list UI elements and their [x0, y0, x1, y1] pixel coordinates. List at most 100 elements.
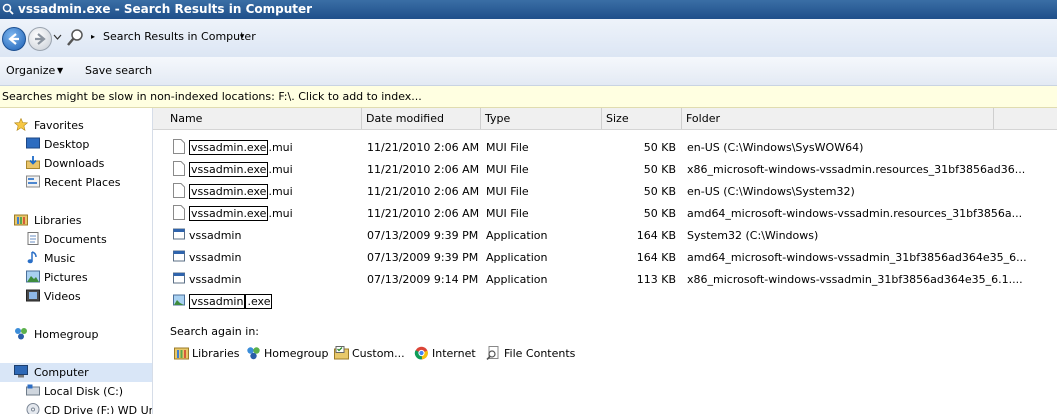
music-note-icon	[27, 251, 37, 264]
table-row[interactable]: vssadmin.exe .mui 11/21/2010 2:06 AM MUI …	[153, 202, 1057, 224]
nav-recent-places[interactable]: Recent Places	[0, 173, 152, 192]
command-bar: Organize ▼ Save search	[0, 57, 1057, 86]
type-cell: Application	[486, 273, 548, 286]
column-size[interactable]: Size	[606, 112, 629, 125]
nav-homegroup[interactable]: Homegroup	[0, 325, 152, 344]
nav-documents[interactable]: Documents	[0, 230, 152, 249]
nav-downloads[interactable]: Downloads	[0, 154, 152, 173]
table-row[interactable]: vssadmin.exe .mui 11/21/2010 2:06 AM MUI …	[153, 136, 1057, 158]
recent-places-icon	[26, 175, 40, 188]
nav-music[interactable]: Music	[0, 249, 152, 268]
nav-downloads-label: Downloads	[44, 157, 105, 170]
size-cell: 50 KB	[643, 207, 676, 220]
column-header: Name Date modified Type Size Folder	[153, 108, 1057, 130]
column-type[interactable]: Type	[485, 112, 510, 125]
size-cell: 50 KB	[643, 141, 676, 154]
date-modified-cell: 11/21/2010 2:06 AM	[367, 185, 480, 198]
downloads-icon	[26, 156, 40, 169]
file-name: vssadmin	[189, 273, 242, 286]
file-name: vssadmin.exe .mui	[189, 184, 293, 199]
forward-arrow-icon	[35, 33, 46, 45]
table-row[interactable]: vssadmin 07/13/2009 9:39 PM Application …	[153, 246, 1057, 268]
type-cell: MUI File	[486, 141, 529, 154]
nav-local-disk[interactable]: Local Disk (C:)	[0, 382, 152, 401]
nav-pictures-label: Pictures	[44, 271, 88, 284]
nav-desktop-label: Desktop	[44, 138, 90, 151]
recent-pages-dropdown-icon[interactable]	[53, 34, 62, 40]
videos-icon	[26, 289, 40, 302]
search-match: .exe	[245, 294, 273, 309]
file-name: vssadmin	[189, 251, 242, 264]
search-again-homegroup-label: Homegroup	[264, 347, 329, 360]
navigation-pane: Favorites Desktop Downloads Recent Place…	[0, 108, 153, 414]
column-divider[interactable]	[681, 108, 682, 129]
computer-icon	[14, 365, 28, 378]
file-name: vssadmin.exe .mui	[189, 162, 293, 177]
table-row[interactable]: vssadmin 07/13/2009 9:14 PM Application …	[153, 268, 1057, 290]
search-match: vssadmin.exe	[189, 162, 269, 177]
nav-desktop[interactable]: Desktop	[0, 135, 152, 154]
title-bar: vssadmin.exe - Search Results in Compute…	[0, 0, 1057, 19]
table-row[interactable]: vssadmin.exe .mui 11/21/2010 2:06 AM MUI …	[153, 158, 1057, 180]
table-row[interactable]: vssadmin .exe	[153, 290, 1057, 312]
date-modified-cell: 07/13/2009 9:39 PM	[367, 251, 479, 264]
nav-computer-label: Computer	[34, 366, 89, 379]
nav-computer[interactable]: Computer	[0, 363, 152, 382]
nav-recent-places-label: Recent Places	[44, 176, 121, 189]
date-modified-cell: 07/13/2009 9:39 PM	[367, 229, 479, 242]
results-pane: Name Date modified Type Size Folder vssa…	[153, 108, 1057, 414]
column-folder[interactable]: Folder	[686, 112, 720, 125]
back-button[interactable]	[2, 27, 26, 51]
organize-dropdown-icon[interactable]: ▼	[57, 66, 63, 75]
type-cell: Application	[486, 251, 548, 264]
file-name: vssadmin.exe .mui	[189, 140, 293, 155]
size-cell: 113 KB	[636, 273, 676, 286]
date-modified-cell: 11/21/2010 2:06 AM	[367, 163, 480, 176]
column-divider[interactable]	[601, 108, 602, 129]
search-icon	[67, 29, 83, 46]
column-divider[interactable]	[361, 108, 362, 129]
column-divider[interactable]	[480, 108, 481, 129]
nav-pictures[interactable]: Pictures	[0, 268, 152, 287]
breadcrumb[interactable]: Search Results in Computer	[103, 30, 256, 43]
homegroup-icon	[15, 328, 27, 340]
forward-button[interactable]	[28, 27, 52, 51]
nav-music-label: Music	[44, 252, 76, 265]
column-name[interactable]: Name	[170, 112, 202, 125]
nav-videos[interactable]: Videos	[0, 287, 152, 306]
organize-button[interactable]: Organize	[6, 64, 55, 77]
table-row[interactable]: vssadmin.exe .mui 11/21/2010 2:06 AM MUI …	[153, 180, 1057, 202]
breadcrumb-dropdown-icon[interactable]: ▾	[240, 32, 244, 41]
star-icon	[14, 118, 28, 131]
folder-cell: amd64_microsoft-windows-vssadmin_31bf385…	[687, 251, 1027, 264]
type-cell: MUI File	[486, 185, 529, 198]
type-cell: MUI File	[486, 207, 529, 220]
breadcrumb-arrow-icon[interactable]: ▸	[91, 32, 95, 41]
search-match: vssadmin.exe	[189, 140, 269, 155]
type-cell: Application	[486, 229, 548, 242]
date-modified-cell: 11/21/2010 2:06 AM	[367, 141, 480, 154]
table-row[interactable]: vssadmin 07/13/2009 9:39 PM Application …	[153, 224, 1057, 246]
search-match: vssadmin.exe	[189, 184, 269, 199]
search-again-file-contents-label: File Contents	[504, 347, 576, 360]
info-bar[interactable]: Searches might be slow in non-indexed lo…	[0, 86, 1057, 108]
info-bar-text[interactable]: Searches might be slow in non-indexed lo…	[2, 90, 422, 103]
column-date-modified[interactable]: Date modified	[366, 112, 444, 125]
nav-cd-drive[interactable]: CD Drive (F:) WD Unlo	[0, 401, 152, 414]
file-name-rest: .mui	[268, 141, 293, 154]
custom-folder-icon	[334, 346, 349, 360]
folder-cell: System32 (C:\Windows)	[687, 229, 819, 242]
type-cell: MUI File	[486, 163, 529, 176]
nav-favorites[interactable]: Favorites	[0, 116, 152, 135]
window-title: vssadmin.exe - Search Results in Compute…	[18, 2, 313, 16]
file-name: vssadmin.exe .mui	[189, 206, 293, 221]
documents-icon	[27, 232, 39, 245]
nav-videos-label: Videos	[44, 290, 81, 303]
address-bar: ▸ Search Results in Computer ▾	[0, 19, 1057, 57]
save-search-button[interactable]: Save search	[85, 64, 152, 77]
column-divider[interactable]	[993, 108, 994, 129]
nav-libraries[interactable]: Libraries	[0, 211, 152, 230]
search-again-libraries-label: Libraries	[192, 347, 240, 360]
file-icon	[173, 205, 185, 220]
desktop-icon	[26, 137, 40, 149]
